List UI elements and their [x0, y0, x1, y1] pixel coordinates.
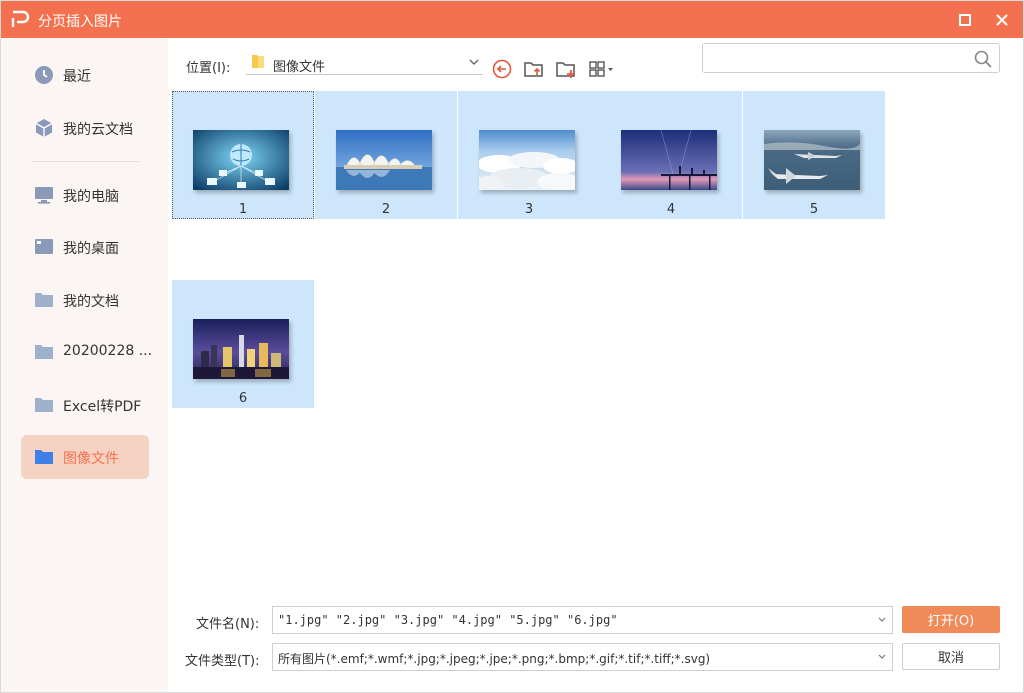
globe-network-image: [193, 130, 289, 190]
folder-icon: [35, 398, 53, 412]
back-arrow-icon: [492, 59, 512, 79]
filetype-value: 所有图片(*.emf;*.wmf;*.jpg;*.jpeg;*.jpe;*.pn…: [278, 652, 711, 666]
sidebar-divider: [31, 161, 139, 162]
grid-view-icon: [589, 61, 613, 77]
app-logo-icon: [11, 10, 30, 27]
filename-label: 文件名(N):: [196, 617, 260, 632]
cancel-button[interactable]: 取消: [902, 643, 1000, 670]
filetype-label: 文件类型(T):: [185, 654, 260, 669]
sidebar-item-label: 我的电脑: [63, 189, 119, 205]
cloud-cube-icon: [35, 119, 53, 137]
folder-icon: [35, 345, 53, 359]
location-value: 图像文件: [273, 60, 326, 75]
sidebar-item-my-documents[interactable]: 我的文档: [21, 278, 149, 322]
search-input[interactable]: [709, 48, 971, 68]
file-thumbnail-6[interactable]: 6: [172, 280, 314, 408]
folder-icon: [35, 450, 53, 464]
sidebar-item-label: 图像文件: [63, 451, 119, 467]
clock-icon: [35, 66, 53, 84]
new-folder-icon: [556, 62, 575, 78]
maximize-button[interactable]: [953, 8, 977, 32]
filename-value: "1.jpg" "2.jpg" "3.jpg" "4.jpg" "5.jpg" …: [278, 613, 618, 627]
chevron-down-icon: [469, 59, 479, 65]
file-thumbnail-5[interactable]: 5: [743, 91, 885, 219]
close-icon: [996, 14, 1008, 26]
computer-icon: [35, 187, 53, 204]
sidebar-item-label: 我的桌面: [63, 241, 119, 257]
new-folder-button[interactable]: [554, 57, 578, 81]
sydney-opera-house-image: [336, 130, 432, 190]
chevron-down-icon: [878, 654, 886, 659]
folder-up-icon: [524, 62, 543, 77]
file-name: 4: [666, 202, 676, 217]
sidebar-item-image-files[interactable]: 图像文件: [21, 435, 149, 479]
sidebar-item-desktop[interactable]: 我的桌面: [21, 225, 149, 269]
folder-icon: [35, 293, 53, 307]
location-dropdown[interactable]: 图像文件: [246, 51, 483, 75]
file-thumbnail-3[interactable]: 3: [458, 91, 600, 219]
fighter-jets-image: [764, 130, 860, 190]
title-bar: 分页插入图片: [1, 1, 1023, 38]
file-name: 1: [238, 202, 248, 217]
maximize-icon: [959, 14, 971, 26]
filename-input[interactable]: "1.jpg" "2.jpg" "3.jpg" "4.jpg" "5.jpg" …: [272, 606, 893, 634]
sidebar-item-cloud-docs[interactable]: 我的云文档: [21, 106, 149, 150]
file-thumbnail-1[interactable]: 1: [172, 91, 314, 219]
file-thumbnail-2[interactable]: 2: [315, 91, 457, 219]
sidebar-item-my-computer[interactable]: 我的电脑: [21, 173, 149, 217]
view-mode-button[interactable]: [587, 57, 617, 81]
file-name: 6: [238, 391, 248, 406]
dialog-title: 分页插入图片: [38, 14, 122, 30]
sidebar-item-label: 最近: [63, 69, 91, 85]
location-label: 位置(I):: [186, 61, 231, 76]
city-skyline-night-image: [193, 319, 289, 379]
desktop-icon: [35, 239, 53, 254]
file-name: 5: [809, 202, 819, 217]
sidebar-item-20200228[interactable]: 20200228 ...: [21, 330, 153, 374]
insert-picture-dialog: 分页插入图片 最近 我的云文档 我的电脑 我的桌面 我的文档 20200228 …: [0, 0, 1024, 693]
back-button[interactable]: [490, 57, 514, 81]
up-folder-button[interactable]: [522, 57, 546, 81]
clouds-image: [479, 130, 575, 190]
sidebar: 最近 我的云文档 我的电脑 我的桌面 我的文档 20200228 ... Exc…: [1, 38, 168, 692]
sidebar-item-excel-to-pdf[interactable]: Excel转PDF: [21, 383, 149, 427]
sidebar-item-label: Excel转PDF: [63, 399, 142, 415]
file-thumbnail-4[interactable]: 4: [600, 91, 742, 219]
sidebar-item-label: 20200228 ...: [63, 343, 153, 359]
folder-icon: [252, 55, 264, 68]
search-icon[interactable]: [973, 49, 993, 69]
sidebar-item-recent[interactable]: 最近: [21, 53, 149, 97]
filetype-dropdown[interactable]: 所有图片(*.emf;*.wmf;*.jpg;*.jpeg;*.jpe;*.pn…: [272, 643, 893, 671]
search-box: [702, 43, 1000, 73]
file-name: 3: [524, 202, 534, 217]
pier-dusk-image: [621, 130, 717, 190]
open-button[interactable]: 打开(O): [902, 606, 1000, 633]
sidebar-item-label: 我的云文档: [63, 122, 133, 138]
close-button[interactable]: [990, 8, 1014, 32]
file-name: 2: [381, 202, 391, 217]
chevron-down-icon: [878, 617, 886, 622]
sidebar-item-label: 我的文档: [63, 294, 119, 310]
